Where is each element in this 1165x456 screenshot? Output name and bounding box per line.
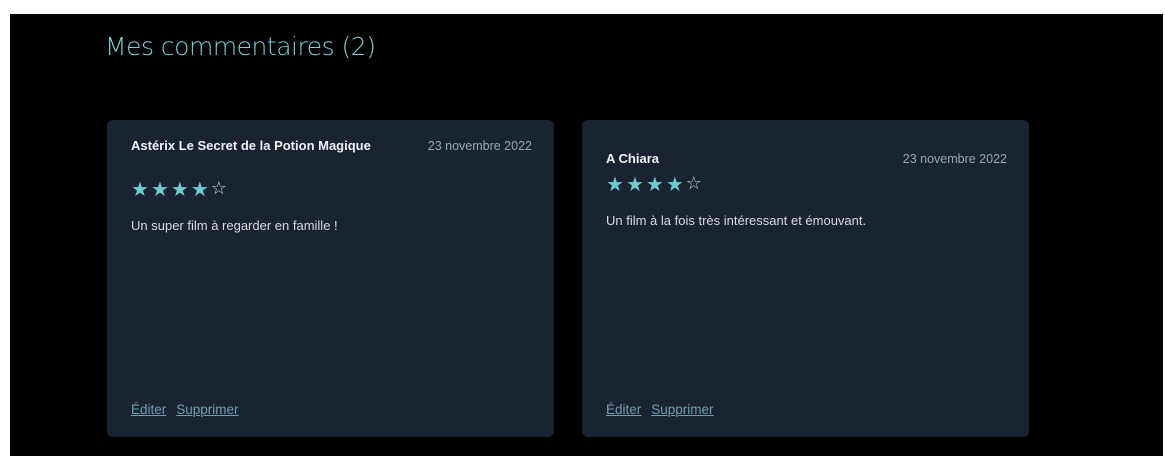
delete-link[interactable]: Supprimer — [651, 402, 713, 417]
star-empty-icon: ☆ — [210, 178, 227, 199]
comment-header: Astérix Le Secret de la Potion Magique 2… — [131, 134, 532, 174]
delete-link[interactable]: Supprimer — [176, 402, 238, 417]
star-filled-icon: ★ — [645, 172, 664, 196]
star-rating: ★ ★ ★ ★ ☆ — [606, 171, 1007, 197]
edit-link[interactable]: Éditer — [131, 402, 166, 417]
comment-text: Un film à la fois très intéressant et ém… — [606, 213, 867, 228]
comment-actions: Éditer Supprimer — [606, 402, 714, 417]
star-filled-icon: ★ — [606, 172, 624, 196]
comment-date: 23 novembre 2022 — [427, 139, 532, 153]
star-filled-icon: ★ — [665, 172, 684, 196]
star-rating: ★ ★ ★ ★ ☆ — [131, 176, 532, 202]
comment-actions: Éditer Supprimer — [131, 402, 239, 417]
comment-card: A Chiara 23 novembre 2022 ★ ★ ★ ★ ☆ Un f… — [582, 120, 1029, 437]
star-filled-icon: ★ — [131, 177, 149, 201]
star-filled-icon: ★ — [170, 177, 189, 201]
comment-film-title: A Chiara — [606, 151, 659, 166]
star-filled-icon: ★ — [150, 177, 169, 201]
section-title: Mes commentaires (2) — [105, 32, 376, 61]
comment-date: 23 novembre 2022 — [902, 152, 1007, 166]
star-filled-icon: ★ — [190, 177, 209, 201]
star-filled-icon: ★ — [625, 172, 644, 196]
edit-link[interactable]: Éditer — [606, 402, 641, 417]
page-frame: Mes commentaires (2) Astérix Le Secret d… — [10, 14, 1163, 456]
comment-card: Astérix Le Secret de la Potion Magique 2… — [107, 120, 554, 437]
comment-header: A Chiara 23 novembre 2022 — [606, 134, 1007, 174]
star-empty-icon: ☆ — [685, 173, 702, 194]
comment-film-title: Astérix Le Secret de la Potion Magique — [131, 138, 371, 153]
comment-text: Un super film à regarder en famille ! — [131, 218, 338, 233]
